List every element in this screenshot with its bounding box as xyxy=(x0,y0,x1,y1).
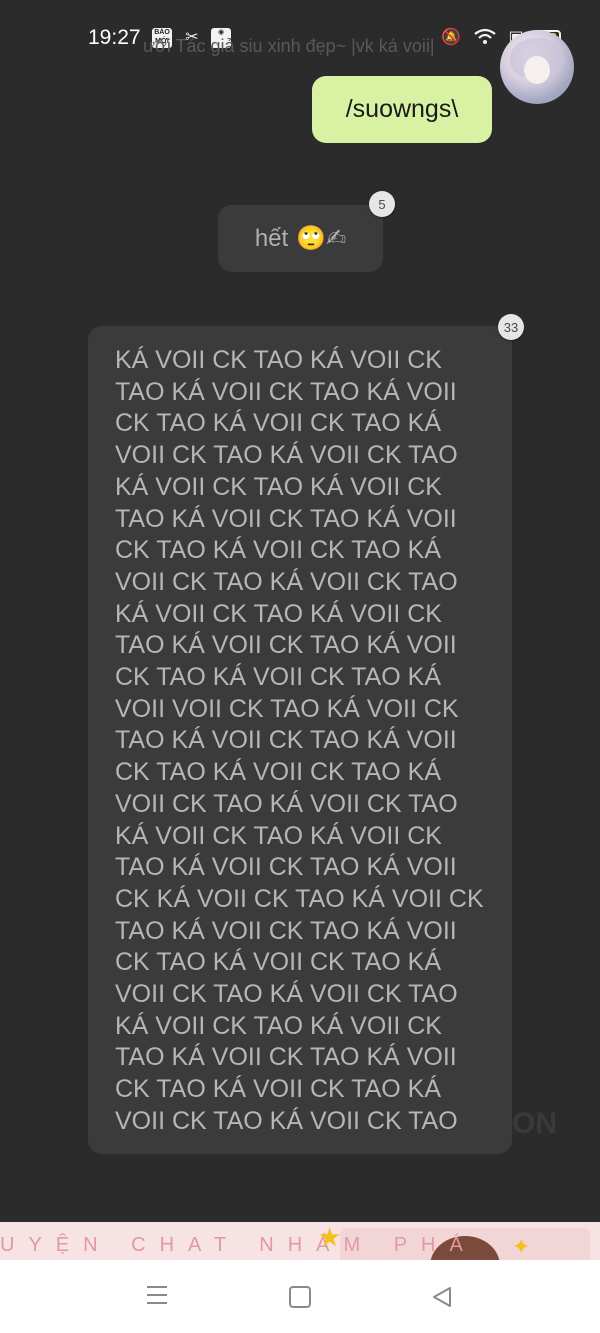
message-text-line: KÁ VOII CK TAO KÁ VOII CK xyxy=(115,472,442,501)
message-text-line: KÁ VOII CK TAO KÁ VOII CK xyxy=(115,821,442,850)
status-time: 19:27 xyxy=(88,26,141,49)
message-text-line: CK TAO KÁ VOII CK TAO KÁ xyxy=(115,948,442,977)
message-text-line: CK TAO KÁ VOII CK TAO KÁ xyxy=(115,1075,442,1104)
watermark-text: ON xyxy=(512,1107,557,1140)
star-icon: ★ xyxy=(318,1222,342,1252)
chat-header-subtitle: ưới Tác giả siu xinh đẹp~ |vk ká voii| xyxy=(143,36,435,56)
message-text-line: VOII CK TAO KÁ VOII CK TAO xyxy=(115,1106,458,1135)
incoming-long-message-bubble[interactable]: KÁ VOII CK TAO KÁ VOII CK TAO KÁ VOII CK … xyxy=(88,326,512,1154)
message-text-line: TAO KÁ VOII CK TAO KÁ VOII xyxy=(115,504,457,533)
menu-icon[interactable] xyxy=(140,1280,174,1314)
message-text-line: VOII CK TAO KÁ VOII CK TAO xyxy=(115,980,458,1009)
message-text-line: VOII CK TAO KÁ VOII CK TAO xyxy=(115,789,458,818)
message-text-line: KÁ VOII CK TAO KÁ VOII CK xyxy=(115,346,442,374)
message-text-line: TAO KÁ VOII CK TAO KÁ VOII xyxy=(115,853,457,882)
message-text-line: CK TAO KÁ VOII CK TAO KÁ xyxy=(115,409,442,438)
reaction-count-badge[interactable]: 5 xyxy=(369,191,395,217)
message-text-line: CK TAO KÁ VOII CK TAO KÁ xyxy=(115,758,442,787)
message-text-line: KÁ VOII CK TAO KÁ VOII CK xyxy=(115,599,442,628)
home-icon[interactable] xyxy=(283,1280,317,1314)
message-text-line: TAO KÁ VOII CK TAO KÁ VOII xyxy=(115,726,457,755)
message-text-line: TAO KÁ VOII CK TAO KÁ VOII xyxy=(115,916,457,945)
message-text-line: CK KÁ VOII CK TAO KÁ VOII CK xyxy=(115,884,484,913)
reaction-count-badge[interactable]: 33 xyxy=(498,314,524,340)
incoming-message-bubble[interactable]: hết 🙄✍ xyxy=(218,205,383,272)
star-icon: ✦ xyxy=(512,1234,531,1259)
message-text: hết xyxy=(254,224,289,252)
message-text: /suowngs\ xyxy=(345,95,459,123)
avatar[interactable] xyxy=(500,30,574,104)
back-icon[interactable] xyxy=(425,1280,459,1314)
message-text-line: VOII CK TAO KÁ VOII CK TAO xyxy=(115,441,458,470)
message-text-line: TAO KÁ VOII CK TAO KÁ VOII xyxy=(115,377,457,406)
message-text-line: CK TAO KÁ VOII CK TAO KÁ xyxy=(115,536,442,565)
message-text-line: TAO KÁ VOII CK TAO KÁ VOII xyxy=(115,1043,457,1072)
message-text-line: KÁ VOII CK TAO KÁ VOII CK xyxy=(115,1011,442,1040)
message-text-line: CK TAO KÁ VOII CK TAO KÁ xyxy=(115,663,442,692)
system-navigation-bar xyxy=(0,1260,600,1333)
message-text-line: VOII VOII CK TAO KÁ VOII CK xyxy=(115,694,459,723)
outgoing-message-bubble[interactable]: /suowngs\ xyxy=(312,76,492,143)
avatar-face xyxy=(524,56,550,84)
message-text-line: VOII CK TAO KÁ VOII CK TAO xyxy=(115,567,458,596)
ad-banner[interactable]: UYỆN CHAT NHÁM PHÁ ★ ✦ xyxy=(0,1222,600,1260)
banner-text: UYỆN CHAT NHÁM PHÁ xyxy=(0,1234,477,1256)
message-text-line: TAO KÁ VOII CK TAO KÁ VOII xyxy=(115,631,457,660)
emoji-eyeroll-writing: 🙄✍ xyxy=(296,225,347,252)
